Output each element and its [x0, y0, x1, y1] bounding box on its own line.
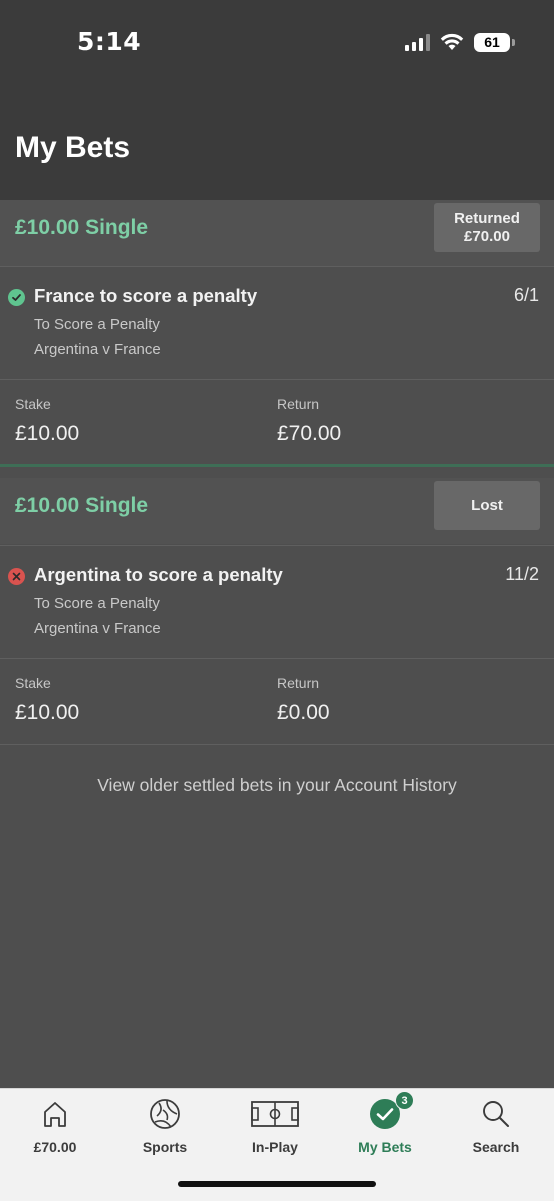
bet-selection[interactable]: France to score a penalty 6/1 To Score a… — [0, 267, 554, 379]
bet-status-badge: Returned £70.00 — [434, 203, 540, 252]
bottom-nav: £70.00 Sports In-Play 3 My Bets Search — [0, 1088, 554, 1201]
status-icons: 61 — [405, 30, 515, 54]
account-history-link[interactable]: View older settled bets in your Account … — [0, 775, 554, 796]
selection-name: Argentina to score a penalty — [34, 564, 283, 585]
stake-value: £10.00 — [15, 701, 80, 724]
home-icon — [38, 1097, 72, 1131]
cellular-signal-icon — [405, 33, 430, 51]
page-title: My Bets — [15, 131, 131, 164]
stake-label: Stake — [15, 396, 51, 412]
bet-status-badge: Lost — [434, 481, 540, 530]
nav-item-search[interactable]: Search — [441, 1097, 551, 1157]
bet-card-header: £10.00 Single Returned £70.00 — [0, 200, 554, 266]
nav-item-in-play[interactable]: In-Play — [220, 1097, 330, 1157]
selection-odds: 6/1 — [513, 285, 539, 305]
selection-market: To Score a Penalty — [34, 316, 160, 333]
home-indicator — [178, 1181, 376, 1187]
bet-type: £10.00 Single — [15, 494, 149, 517]
selection-name: France to score a penalty — [34, 285, 258, 306]
return-value: £70.00 — [277, 422, 342, 445]
nav-item-home[interactable]: £70.00 — [0, 1097, 110, 1157]
return-value: £0.00 — [277, 701, 330, 724]
battery-icon: 61 — [474, 32, 515, 52]
stake-return-row: Stake £10.00 Return £70.00 — [0, 380, 554, 464]
app-header: 5:14 61 My Bets — [0, 0, 554, 200]
selection-event: Argentina v France — [34, 341, 161, 358]
bet-status-amount: £70.00 — [464, 227, 510, 245]
nav-item-my-bets[interactable]: 3 My Bets — [330, 1091, 440, 1157]
bet-status-label: Returned — [454, 209, 520, 227]
return-label: Return — [277, 396, 320, 412]
stake-return-row: Stake £10.00 Return £0.00 — [0, 659, 554, 743]
selection-event: Argentina v France — [34, 620, 161, 637]
football-icon — [148, 1097, 182, 1131]
wifi-icon — [440, 33, 464, 50]
selection-odds: 11/2 — [505, 564, 539, 584]
nav-label: In-Play — [252, 1139, 298, 1155]
lost-cross-icon — [8, 568, 25, 585]
stake-value: £10.00 — [15, 422, 80, 445]
stake-label: Stake — [15, 675, 51, 691]
nav-item-sports[interactable]: Sports — [110, 1097, 220, 1157]
nav-label: £70.00 — [33, 1139, 77, 1155]
pitch-icon — [250, 1097, 300, 1131]
return-label: Return — [277, 675, 320, 691]
checkmark-icon: 3 — [368, 1091, 414, 1131]
nav-label: My Bets — [358, 1139, 412, 1155]
status-time: 5:14 — [77, 27, 142, 56]
nav-label: Search — [472, 1139, 520, 1155]
bet-selection[interactable]: Argentina to score a penalty 11/2 To Sco… — [0, 546, 554, 658]
divider — [0, 744, 554, 745]
bets-count-badge: 3 — [395, 1091, 414, 1110]
nav-label: Sports — [142, 1139, 188, 1155]
bet-type: £10.00 Single — [15, 216, 149, 239]
won-check-icon — [8, 289, 25, 306]
search-icon — [479, 1097, 513, 1131]
bet-card-header: £10.00 Single Lost — [0, 478, 554, 544]
bet-status-label: Lost — [471, 496, 503, 514]
bet-separator — [0, 464, 554, 467]
selection-market: To Score a Penalty — [34, 595, 160, 612]
